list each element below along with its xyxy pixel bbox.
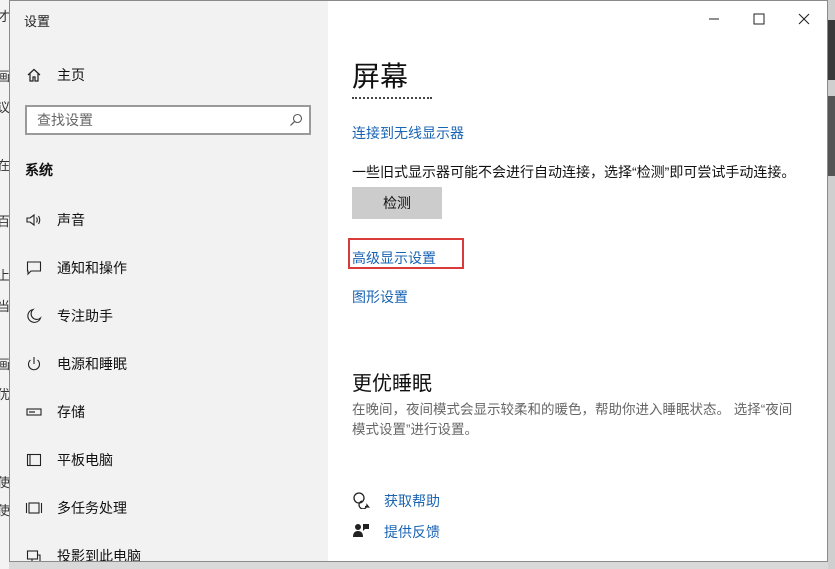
storage-icon: [25, 403, 43, 421]
background-desktop-right: [828, 0, 835, 569]
sidebar-item-label: 声音: [57, 212, 85, 228]
bg-char: 使: [0, 475, 9, 490]
feedback-icon: [352, 522, 370, 540]
maximize-button[interactable]: [745, 7, 773, 31]
bg-char: 才: [0, 9, 9, 24]
moon-icon: [25, 307, 43, 325]
connect-wireless-display-link[interactable]: 连接到无线显示器: [352, 123, 464, 143]
sleep-section-heading: 更优睡眠: [352, 373, 432, 395]
sidebar-item-label: 电源和睡眠: [57, 356, 127, 372]
detect-description: 一些旧式显示器可能不会进行自动连接，选择“检测”即可尝试手动连接。: [352, 164, 796, 180]
speaker-icon: [25, 211, 43, 229]
notification-icon: [25, 259, 43, 277]
bg-char: 画: [0, 357, 9, 372]
bg-char: 在: [0, 158, 9, 173]
highlight-box: [348, 238, 464, 269]
sidebar-item-label: 存储: [57, 404, 85, 420]
close-button[interactable]: [790, 7, 818, 31]
bg-char: 议: [0, 100, 9, 115]
sidebar-item-multitasking[interactable]: 多任务处理: [10, 488, 328, 528]
bg-char: 画: [0, 69, 9, 84]
give-feedback-link[interactable]: 提供反馈: [384, 522, 440, 542]
get-help-link[interactable]: 获取帮助: [384, 491, 440, 511]
section-system-label: 系统: [25, 162, 53, 178]
search-icon[interactable]: [289, 113, 303, 132]
bg-char: 百: [0, 214, 9, 229]
multitask-icon: [25, 499, 43, 517]
minimize-button[interactable]: [700, 7, 728, 31]
sidebar-item-label: 多任务处理: [57, 500, 127, 516]
search-input[interactable]: [27, 107, 287, 133]
window-title: 设置: [24, 14, 51, 29]
bg-char: 上: [0, 268, 9, 283]
settings-window: 设置 主页 系统 声音 通知和操作: [9, 0, 828, 562]
bg-char: 优: [0, 387, 9, 402]
home-label: 主页: [57, 67, 85, 83]
graphics-settings-link[interactable]: 图形设置: [352, 287, 408, 307]
sidebar-item-tablet[interactable]: 平板电脑: [10, 440, 328, 480]
sidebar-item-label: 专注助手: [57, 308, 113, 324]
help-chat-icon: [352, 491, 370, 510]
maximize-icon: [753, 13, 765, 25]
sidebar-item-home[interactable]: 主页: [10, 55, 328, 95]
sidebar-item-sound[interactable]: 声音: [10, 200, 328, 240]
power-icon: [25, 355, 43, 373]
sidebar-item-project[interactable]: 投影到此电脑: [10, 536, 328, 562]
bg-char: 当: [0, 299, 9, 314]
sidebar-item-label: 平板电脑: [57, 452, 113, 468]
sidebar-item-power-sleep[interactable]: 电源和睡眠: [10, 344, 328, 384]
tablet-icon: [25, 451, 43, 469]
detect-button[interactable]: 检测: [352, 187, 442, 219]
sleep-description: 在晚间，夜间模式会显示较柔和的暖色，帮助你进入睡眠状态。 选择“夜间模式设置”进…: [352, 402, 793, 437]
clipped-text-fragment: [352, 95, 432, 100]
project-icon: [25, 547, 43, 561]
page-title: 屏幕: [352, 61, 409, 92]
sidebar-item-focus-assist[interactable]: 专注助手: [10, 296, 328, 336]
sidebar-item-notifications[interactable]: 通知和操作: [10, 248, 328, 288]
close-icon: [798, 13, 810, 25]
background-window-left: 才 画 议 在 百 上 当 画 优 使 使: [0, 0, 9, 569]
bg-char: 使: [0, 503, 9, 518]
home-icon: [25, 66, 43, 84]
sidebar: 设置 主页 系统 声音 通知和操作: [10, 1, 328, 561]
minimize-icon: [709, 18, 719, 20]
search-box[interactable]: [25, 105, 311, 135]
sidebar-item-label: 通知和操作: [57, 260, 127, 276]
sidebar-item-storage[interactable]: 存储: [10, 392, 328, 432]
sidebar-item-label: 投影到此电脑: [57, 548, 141, 562]
